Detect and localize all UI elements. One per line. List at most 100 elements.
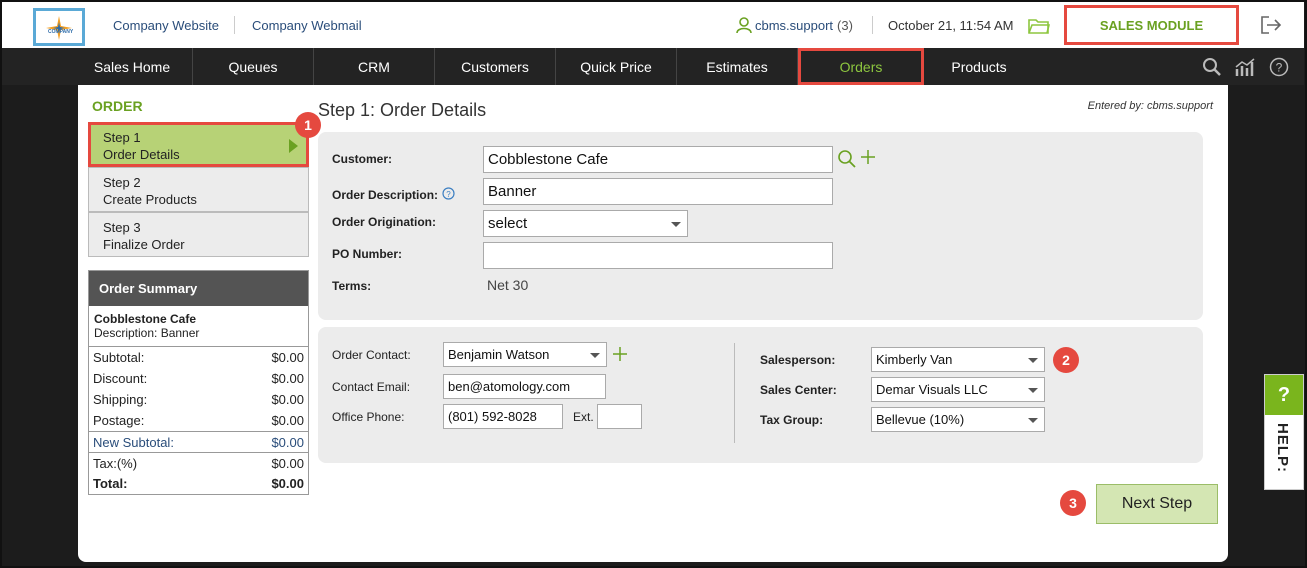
summary-row-postage: Postage: $0.00 bbox=[89, 410, 308, 431]
nav-orders[interactable]: Orders bbox=[798, 48, 924, 85]
username: cbms.support bbox=[755, 17, 834, 33]
order-summary: Order Summary Cobblestone Cafe Descripti… bbox=[88, 270, 309, 495]
main-nav: Sales Home Queues CRM Customers Quick Pr… bbox=[2, 48, 1304, 85]
folder-icon[interactable] bbox=[1028, 17, 1050, 35]
add-customer-icon[interactable] bbox=[860, 149, 876, 165]
terms-value: Net 30 bbox=[487, 277, 529, 293]
step-label: Create Products bbox=[103, 192, 197, 207]
search-customer-icon[interactable] bbox=[837, 149, 857, 169]
contact-section: Order Contact: Benjamin Watson Contact E… bbox=[318, 327, 1203, 463]
row-label: Postage: bbox=[93, 413, 145, 428]
nav-estimates[interactable]: Estimates bbox=[677, 48, 798, 85]
row-label: Shipping: bbox=[93, 392, 148, 407]
order-heading: ORDER bbox=[92, 98, 143, 114]
divider bbox=[872, 16, 873, 34]
office-phone-input[interactable]: (801) 592-8028 bbox=[443, 404, 563, 429]
info-icon[interactable]: ? bbox=[442, 187, 455, 200]
summary-row-subtotal: Subtotal: $0.00 bbox=[89, 347, 308, 368]
order-contact-label: Order Contact: bbox=[332, 348, 411, 362]
add-contact-icon[interactable] bbox=[612, 346, 628, 362]
order-origination-label: Order Origination: bbox=[332, 215, 437, 229]
logout-icon[interactable] bbox=[1260, 15, 1282, 35]
page-title: Step 1: Order Details bbox=[318, 100, 487, 120]
summary-description: Description: Banner bbox=[94, 326, 200, 340]
salesperson-label: Salesperson: bbox=[760, 353, 836, 367]
company-website-link[interactable]: Company Website bbox=[113, 18, 219, 33]
nav-queues[interactable]: Queues bbox=[193, 48, 314, 85]
chevron-down-icon bbox=[1028, 387, 1038, 393]
step-1-item[interactable]: Step 1 Order Details bbox=[88, 122, 309, 167]
po-number-input[interactable] bbox=[483, 242, 833, 269]
row-label: Subtotal: bbox=[93, 350, 145, 365]
chevron-down-icon bbox=[1028, 417, 1038, 423]
order-contact-value: Benjamin Watson bbox=[448, 347, 550, 362]
row-label: New Subtotal: bbox=[93, 434, 174, 450]
row-label: Discount: bbox=[93, 371, 148, 386]
next-step-button[interactable]: Next Step bbox=[1096, 484, 1218, 524]
active-step-arrow-icon bbox=[289, 139, 298, 153]
sales-center-select[interactable]: Demar Visuals LLC bbox=[871, 377, 1045, 402]
row-value: $0.00 bbox=[271, 476, 304, 491]
next-step-label: Next Step bbox=[1121, 495, 1193, 512]
step-number: Step 1 bbox=[103, 130, 141, 145]
step-2-item[interactable]: Step 2 Create Products bbox=[88, 167, 309, 212]
customer-value: Cobblestone Cafe bbox=[488, 151, 609, 168]
search-icon[interactable] bbox=[1202, 57, 1222, 77]
customer-label: Customer: bbox=[332, 152, 393, 166]
chevron-down-icon bbox=[1028, 357, 1038, 363]
nav-products[interactable]: Products bbox=[924, 48, 1034, 85]
terms-label: Terms: bbox=[332, 279, 372, 293]
row-label: Tax:(%) bbox=[93, 455, 138, 471]
order-summary-title: Order Summary bbox=[89, 271, 308, 306]
sales-center-value: Demar Visuals LLC bbox=[876, 382, 988, 397]
row-value: $0.00 bbox=[271, 392, 304, 407]
contact-email-input[interactable]: ben@atomology.com bbox=[443, 374, 606, 399]
divider bbox=[234, 16, 235, 34]
tax-group-label: Tax Group: bbox=[760, 413, 824, 427]
analytics-icon[interactable] bbox=[1234, 57, 1256, 77]
datetime: October 21, 11:54 AM bbox=[888, 18, 1014, 33]
tax-group-select[interactable]: Bellevue (10%) bbox=[871, 407, 1045, 432]
order-panel: ORDER Step 1 Order Details Step 2 Create… bbox=[78, 85, 1228, 562]
salesperson-select[interactable]: Kimberly Van bbox=[871, 347, 1045, 372]
summary-customer: Cobblestone Cafe Description: Banner bbox=[89, 306, 308, 347]
summary-row-tax: Tax:(%) $0.00 bbox=[89, 452, 308, 473]
step-label: Finalize Order bbox=[103, 237, 185, 252]
summary-row-total: Total: $0.00 bbox=[89, 473, 308, 494]
nav-quick-price[interactable]: Quick Price bbox=[556, 48, 677, 85]
order-details-section: Customer: Cobblestone Cafe Order Descrip… bbox=[318, 132, 1203, 320]
summary-row-shipping: Shipping: $0.00 bbox=[89, 389, 308, 410]
order-origination-value: select bbox=[488, 215, 528, 232]
sales-module-label: SALES MODULE bbox=[1099, 17, 1204, 33]
company-webmail-link[interactable]: Company Webmail bbox=[252, 18, 362, 33]
help-question-icon: ? bbox=[1265, 375, 1303, 415]
step-list: Step 1 Order Details Step 2 Create Produ… bbox=[88, 122, 309, 257]
summary-row-new-subtotal: New Subtotal: $0.00 bbox=[89, 431, 308, 452]
top-header: COMPANY Company Website Company Webmail … bbox=[2, 2, 1304, 48]
order-description-value: Banner bbox=[488, 183, 537, 200]
summary-row-discount: Discount: $0.00 bbox=[89, 368, 308, 389]
nav-sales-home[interactable]: Sales Home bbox=[72, 48, 193, 85]
sales-module-button[interactable]: SALES MODULE bbox=[1064, 5, 1239, 45]
tax-group-value: Bellevue (10%) bbox=[876, 412, 965, 427]
company-logo[interactable]: COMPANY bbox=[33, 8, 85, 46]
help-icon[interactable]: ? bbox=[1269, 57, 1289, 77]
user-count: (3) bbox=[837, 17, 853, 33]
svg-text:?: ? bbox=[1276, 61, 1283, 75]
callout-badge-2: 2 bbox=[1053, 347, 1079, 373]
user-menu[interactable]: cbms.support (3) bbox=[736, 16, 853, 34]
help-tab[interactable]: ? HELP: bbox=[1264, 374, 1304, 490]
chevron-down-icon bbox=[590, 352, 600, 358]
nav-crm[interactable]: CRM bbox=[314, 48, 435, 85]
nav-customers[interactable]: Customers bbox=[435, 48, 556, 85]
section-divider bbox=[734, 343, 735, 443]
order-description-input[interactable]: Banner bbox=[483, 178, 833, 205]
customer-input[interactable]: Cobblestone Cafe bbox=[483, 146, 833, 173]
step-3-item[interactable]: Step 3 Finalize Order bbox=[88, 212, 309, 257]
row-value: $0.00 bbox=[271, 455, 304, 471]
sales-center-label: Sales Center: bbox=[760, 383, 837, 397]
order-contact-select[interactable]: Benjamin Watson bbox=[443, 342, 607, 367]
summary-customer-name: Cobblestone Cafe bbox=[94, 312, 197, 326]
order-origination-select[interactable]: select bbox=[483, 210, 688, 237]
ext-input[interactable] bbox=[597, 404, 642, 429]
